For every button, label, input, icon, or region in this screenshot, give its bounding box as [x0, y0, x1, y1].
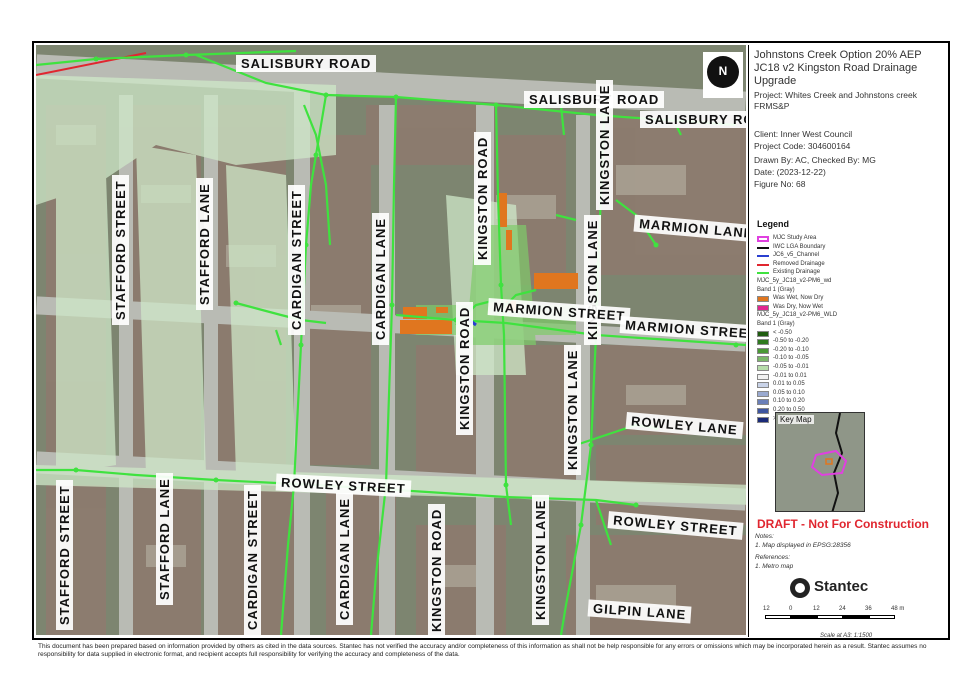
legend-swatch [757, 263, 769, 266]
legend-item-label: -0.50 to -0.20 [773, 338, 809, 345]
street-label-kingston-lane: KINGSTON LANE [532, 494, 549, 625]
notes-item: 1. Map displayed in EPSG:28356 [755, 542, 851, 549]
street-label-kingston-lane: KINGSTON LANE [584, 214, 601, 345]
stantec-logo-text: Stantec [814, 578, 869, 595]
drawn-by-field: Drawn By: AC, Checked By: MG [754, 155, 876, 165]
aerial-map [36, 45, 746, 635]
project-code-field: Project Code: 304600164 [754, 141, 851, 151]
scale-tick-label: 12 [813, 606, 820, 612]
legend-swatch [757, 246, 769, 249]
legend-item-label: MJC Study Area [773, 235, 817, 241]
key-map-label: Key Map [778, 415, 814, 424]
legend-swatch [757, 296, 769, 303]
street-label-stafford-lane: STAFFORD LANE [196, 178, 213, 310]
project-field: Project: Whites Creek and Johnstons cree… [754, 90, 917, 111]
scale-tick-label: 12 [763, 606, 770, 612]
map-title-line-1: Johnstons Creek Option 20% AEP [754, 49, 922, 61]
references-item: 1. Metro map [755, 563, 794, 570]
legend-item-label: -0.01 to 0.01 [773, 372, 807, 379]
legend-item-label: -0.05 to -0.01 [773, 364, 809, 370]
street-label-stafford-lane: STAFFORD LANE [156, 473, 173, 605]
legend-item-label: IWC LGA Boundary [773, 243, 826, 250]
legend-title: Legend [757, 219, 790, 229]
map-title-line-3: Upgrade [754, 75, 797, 87]
legend-item-label: Existing Drainage [773, 269, 821, 276]
key-map-image [776, 413, 864, 511]
legend-item-label: JC6_v5_Channel [773, 252, 820, 259]
street-label-kingston-lane: KINGSTON LANE [596, 79, 613, 210]
legend-item-label: < -0.50 [773, 329, 792, 336]
legend-item-label: Band 1 (Gray) [757, 286, 795, 293]
legend-item-label: MJC_5y_JC18_v2-PM6_wd [757, 278, 832, 284]
legend-swatch [757, 255, 769, 258]
map-title: Johnstons Creek Option 20% AEP JC18 v2 K… [754, 49, 944, 88]
references-title: References: [755, 554, 791, 561]
notes-title: Notes: [755, 533, 774, 540]
scale-tick-label: 48 m [891, 606, 905, 612]
stantec-logo: Stantec [790, 576, 910, 600]
scale-tick-label: 0 [789, 606, 793, 612]
legend-item-label: 0.01 to 0.05 [773, 381, 805, 388]
street-label-salisbury-road: SALISBURY ROAD [236, 55, 377, 72]
street-label-kingston-lane: KINGSTON LANE [564, 344, 581, 475]
map-title-line-2: JC18 v2 Kingston Road Drainage [754, 62, 918, 74]
north-arrow: N [703, 52, 743, 98]
legend-item-label: Band 1 (Gray) [757, 321, 795, 327]
figure-no-field: Figure No: 68 [754, 179, 806, 189]
key-map: Key Map [775, 412, 865, 512]
legend-item-label: Removed Drainage [773, 260, 825, 267]
street-label-cardigan-street: CARDIGAN STREET [288, 185, 305, 335]
scale-segment [869, 615, 895, 619]
legend-item-label: Was Wet, Now Dry [773, 295, 824, 302]
legend-swatch [757, 408, 769, 414]
scale-segment [817, 615, 843, 619]
street-label-cardigan-lane: CARDIGAN LANE [336, 492, 353, 625]
legend-swatch [757, 365, 769, 371]
legend-item-label: 0.05 to 0.10 [773, 389, 805, 396]
legend-swatch [757, 330, 769, 337]
disclaimer: This document has been prepared based on… [38, 643, 927, 658]
legend-swatch [757, 236, 769, 242]
legend-item-label: MJC_5y_JC18_v2-PM6_WLD [757, 312, 838, 319]
map-canvas[interactable]: SALISBURY ROAD SALISBURY ROAD SALISBURY … [36, 45, 746, 635]
scale-segment [791, 615, 817, 619]
street-label-kingston-road: KINGSTON ROAD [474, 131, 491, 265]
scale-segment [843, 615, 869, 619]
client-field: Client: Inner West Council [754, 129, 853, 139]
legend-swatch [757, 339, 769, 346]
legend-swatch [757, 304, 769, 311]
street-label-kingston-road: KINGSTON ROAD [428, 503, 445, 635]
legend-swatch [757, 356, 769, 363]
legend-item-label: -0.20 to -0.10 [773, 346, 809, 353]
legend-item-label: -0.10 to -0.05 [773, 355, 809, 362]
draft-notice: DRAFT - Not For Construction [757, 517, 929, 531]
legend-item-label: 0.10 to 0.20 [773, 398, 805, 405]
legend-swatch [757, 416, 769, 423]
street-label-cardigan-lane: CARDIGAN LANE [372, 212, 389, 345]
street-label-salisbury-road: SALISBURY ROAD [524, 91, 665, 108]
legend-swatch [757, 399, 769, 406]
date-field: Date: (2023-12-22) [754, 167, 826, 177]
legend-swatch [757, 390, 769, 397]
street-label-cardigan-street: CARDIGAN STREET [244, 485, 261, 635]
scale-bar: 12 0 12 24 36 48 m [763, 606, 920, 622]
legend-swatch [757, 347, 769, 354]
legend-swatch [757, 272, 769, 275]
stantec-logo-icon [790, 578, 810, 598]
scale-text: Scale at A3: 1:1500 [820, 633, 873, 639]
legend-item-label: Was Dry, Now Wet [773, 303, 823, 310]
north-label: N [718, 64, 728, 78]
street-label-stafford-street: STAFFORD STREET [112, 175, 129, 325]
legend-swatch [757, 382, 769, 389]
scale-tick-label: 36 [865, 606, 872, 612]
scale-segment [765, 615, 791, 619]
scale-tick-label: 24 [839, 606, 846, 612]
street-label-stafford-street: STAFFORD STREET [56, 480, 73, 630]
legend-swatch [757, 373, 769, 380]
street-label-kingston-road: KINGSTON ROAD [456, 301, 473, 435]
street-label-salisbury-road: SALISBURY ROAD [640, 111, 746, 128]
